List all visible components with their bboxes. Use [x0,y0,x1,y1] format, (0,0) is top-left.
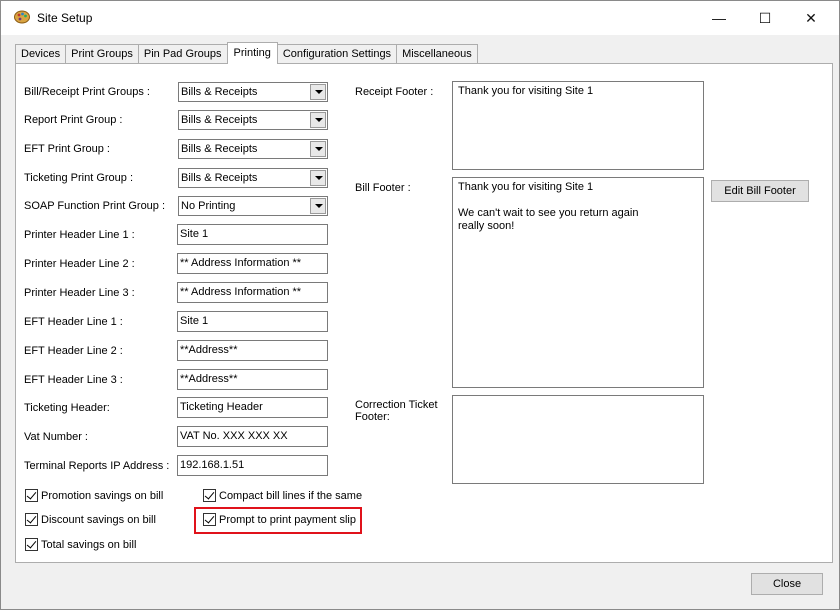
report-print-group-combo[interactable]: Bills & Receipts [178,110,328,130]
printing-panel [15,63,833,563]
combo-value: Bills & Receipts [181,114,258,126]
checkbox-checked-icon[interactable] [25,538,38,551]
correction-ticket-footer-label: Correction Ticket Footer: [355,399,438,423]
eft-print-group-label: EFT Print Group : [24,143,110,155]
maximize-icon: ☐ [758,9,772,26]
printer-header-line-1-input[interactable]: Site 1 [177,224,328,245]
terminal-reports-ip-label: Terminal Reports IP Address : [24,460,170,472]
highlight-box [194,507,362,534]
site-setup-window: Site Setup — ☐ ✕ Devices Print Groups Pi… [0,0,840,610]
checkbox-label: Promotion savings on bill [41,489,164,502]
checkbox-checked-icon[interactable] [25,489,38,502]
combo-value: Bills & Receipts [181,86,258,98]
checkbox-label: Discount savings on bill [41,513,156,526]
ticketing-header-label: Ticketing Header: [24,402,110,414]
correction-ticket-footer-textarea[interactable] [452,395,704,484]
checkbox-checked-icon[interactable] [25,513,38,526]
tab-pin-pad-groups[interactable]: Pin Pad Groups [137,44,228,63]
combo-value: Bills & Receipts [181,172,258,184]
tab-print-groups[interactable]: Print Groups [65,44,139,63]
eft-header-line-3-label: EFT Header Line 3 : [24,374,123,386]
eft-header-line-1-input[interactable]: Site 1 [177,311,328,332]
eft-header-line-1-label: EFT Header Line 1 : [24,316,123,328]
chevron-down-icon[interactable] [310,84,326,100]
minimize-icon: — [712,10,726,26]
close-button[interactable]: Close [751,573,823,595]
chevron-down-icon[interactable] [310,112,326,128]
ticketing-print-group-label: Ticketing Print Group : [24,172,134,184]
terminal-reports-ip-input[interactable]: 192.168.1.51 [177,455,328,476]
paint-palette-icon [14,10,30,24]
tab-configuration-settings[interactable]: Configuration Settings [276,44,398,63]
window-title: Site Setup [37,11,93,25]
tab-miscellaneous[interactable]: Miscellaneous [396,44,478,63]
edit-bill-footer-button[interactable]: Edit Bill Footer [711,180,809,202]
title-bar[interactable]: Site Setup — ☐ ✕ [1,1,839,35]
tab-printing[interactable]: Printing [226,42,278,64]
printer-header-line-2-input[interactable]: ** Address Information ** [177,253,328,274]
bill-footer-label: Bill Footer : [355,182,411,194]
maximize-button[interactable]: ☐ [742,1,788,35]
bill-receipt-print-groups-combo[interactable]: Bills & Receipts [178,82,328,102]
chevron-down-icon[interactable] [310,141,326,157]
combo-value: Bills & Receipts [181,143,258,155]
tab-strip: Devices Print Groups Pin Pad Groups Prin… [15,42,478,64]
vat-number-input[interactable]: VAT No. XXX XXX XX [177,426,328,447]
discount-savings-checkbox[interactable]: Discount savings on bill [25,513,156,526]
compact-bill-lines-checkbox[interactable]: Compact bill lines if the same [203,489,362,502]
report-print-group-label: Report Print Group : [24,114,123,126]
eft-header-line-2-label: EFT Header Line 2 : [24,345,123,357]
eft-print-group-combo[interactable]: Bills & Receipts [178,139,328,159]
ticketing-print-group-combo[interactable]: Bills & Receipts [178,168,328,188]
bill-receipt-print-groups-label: Bill/Receipt Print Groups : [24,86,150,98]
soap-function-print-group-label: SOAP Function Print Group : [24,200,166,212]
promotion-savings-checkbox[interactable]: Promotion savings on bill [25,489,163,502]
close-window-button[interactable]: ✕ [788,1,834,35]
ticketing-header-input[interactable]: Ticketing Header [177,397,328,418]
checkbox-checked-icon[interactable] [203,489,216,502]
chevron-down-icon[interactable] [310,170,326,186]
printer-header-line-1-label: Printer Header Line 1 : [24,229,135,241]
soap-function-print-group-combo[interactable]: No Printing [178,196,328,216]
receipt-footer-label: Receipt Footer : [355,86,434,98]
printer-header-line-3-input[interactable]: ** Address Information ** [177,282,328,303]
checkbox-label: Total savings on bill [41,538,137,551]
bill-footer-textarea[interactable]: Thank you for visiting Site 1 We can't w… [452,177,704,388]
checkbox-label: Compact bill lines if the same [219,489,363,502]
close-icon: ✕ [805,9,817,26]
minimize-button[interactable]: — [696,1,742,35]
total-savings-checkbox[interactable]: Total savings on bill [25,538,136,551]
chevron-down-icon[interactable] [310,198,326,214]
eft-header-line-2-input[interactable]: **Address** [177,340,328,361]
printer-header-line-2-label: Printer Header Line 2 : [24,258,135,270]
tab-devices[interactable]: Devices [15,44,67,63]
combo-value: No Printing [181,200,236,212]
eft-header-line-3-input[interactable]: **Address** [177,369,328,390]
vat-number-label: Vat Number : [24,431,88,443]
receipt-footer-textarea[interactable]: Thank you for visiting Site 1 [452,81,704,170]
printer-header-line-3-label: Printer Header Line 3 : [24,287,135,299]
